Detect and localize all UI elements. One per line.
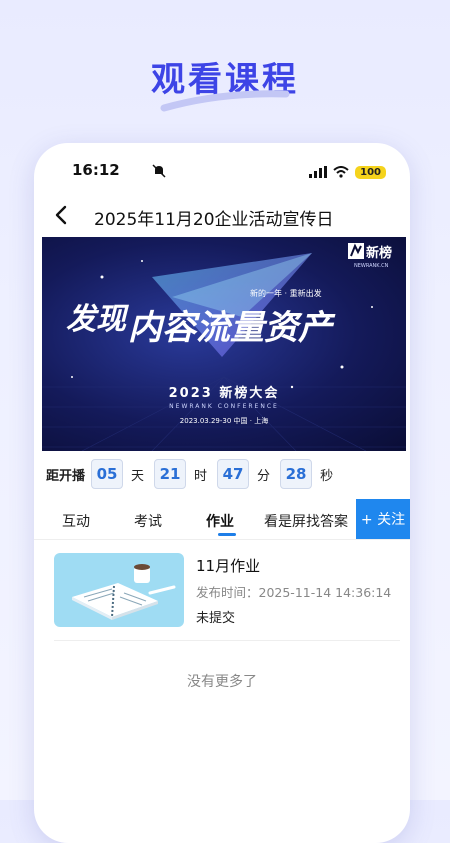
banner-main-text: 内容流量资产 [128, 308, 336, 348]
signal-icon [309, 163, 328, 182]
banner-event-title: 2023 新榜大会 [169, 385, 280, 401]
divider [54, 640, 400, 641]
status-bar: 16:12 100 [72, 161, 386, 183]
countdown-hours-unit: 时 [194, 468, 208, 484]
countdown-label: 距开播 [46, 468, 86, 484]
headline-swoosh [160, 90, 290, 112]
tab-interaction[interactable]: 互动 [62, 511, 90, 531]
countdown-seconds: 28 [280, 459, 313, 489]
homework-item[interactable]: 11月作业 发布时间：2025-11-14 14:36:14 未提交 [54, 553, 400, 631]
wifi-icon [333, 163, 349, 182]
phone-frame: 16:12 100 2025年11月20企业活动宣传日 新榜 NEWRANK.C… [34, 143, 410, 843]
follow-button[interactable]: + 关注 [356, 499, 410, 539]
bell-muted-icon [152, 163, 166, 182]
countdown-minutes-unit: 分 [257, 468, 271, 484]
countdown-timer: 距开播 05 天 21 时 47 分 28 秒 [34, 455, 410, 493]
nav-bar: 2025年11月20企业活动宣传日 [34, 201, 410, 230]
homework-publish-time: 发布时间：2025-11-14 14:36:14 [196, 585, 392, 600]
tab-find-answers[interactable]: 看是屏找答案 [264, 511, 348, 531]
banner-logo-sub: NEWRANK.CN [354, 263, 389, 269]
homework-title: 11月作业 [196, 557, 261, 575]
course-banner[interactable]: 新榜 NEWRANK.CN 新的一年 · 重新出发 发现 内容流量资产 2023… [42, 237, 406, 451]
banner-main-left: 发现 [66, 302, 130, 337]
countdown-days-unit: 天 [131, 468, 145, 484]
countdown-seconds-unit: 秒 [320, 468, 334, 484]
active-tab-indicator [218, 533, 236, 536]
tab-homework[interactable]: 作业 [206, 511, 234, 531]
homework-thumbnail [54, 553, 184, 627]
banner-art: 新榜 NEWRANK.CN 新的一年 · 重新出发 发现 内容流量资产 2023… [42, 243, 406, 451]
page-title: 2025年11月20企业活动宣传日 [94, 210, 334, 230]
countdown-days: 05 [91, 459, 124, 489]
status-time: 16:12 [72, 161, 120, 179]
countdown-minutes: 47 [217, 459, 250, 489]
banner-event-sub: NEWRANK CONFERENCE [169, 403, 279, 410]
tab-bar: 互动 考试 作业 看是屏找答案 [34, 499, 410, 540]
countdown-hours: 21 [154, 459, 187, 489]
banner-logo: 新榜 [366, 245, 392, 261]
banner-tagline: 新的一年 · 重新出发 [250, 288, 322, 298]
tab-exam[interactable]: 考试 [134, 511, 162, 531]
banner-event-date: 2023.03.29-30 中国 · 上海 [180, 416, 268, 425]
no-more-text: 没有更多了 [187, 674, 257, 690]
homework-status: 未提交 [196, 611, 236, 626]
battery-indicator: 100 [355, 166, 386, 179]
chevron-left-icon[interactable] [54, 205, 68, 230]
